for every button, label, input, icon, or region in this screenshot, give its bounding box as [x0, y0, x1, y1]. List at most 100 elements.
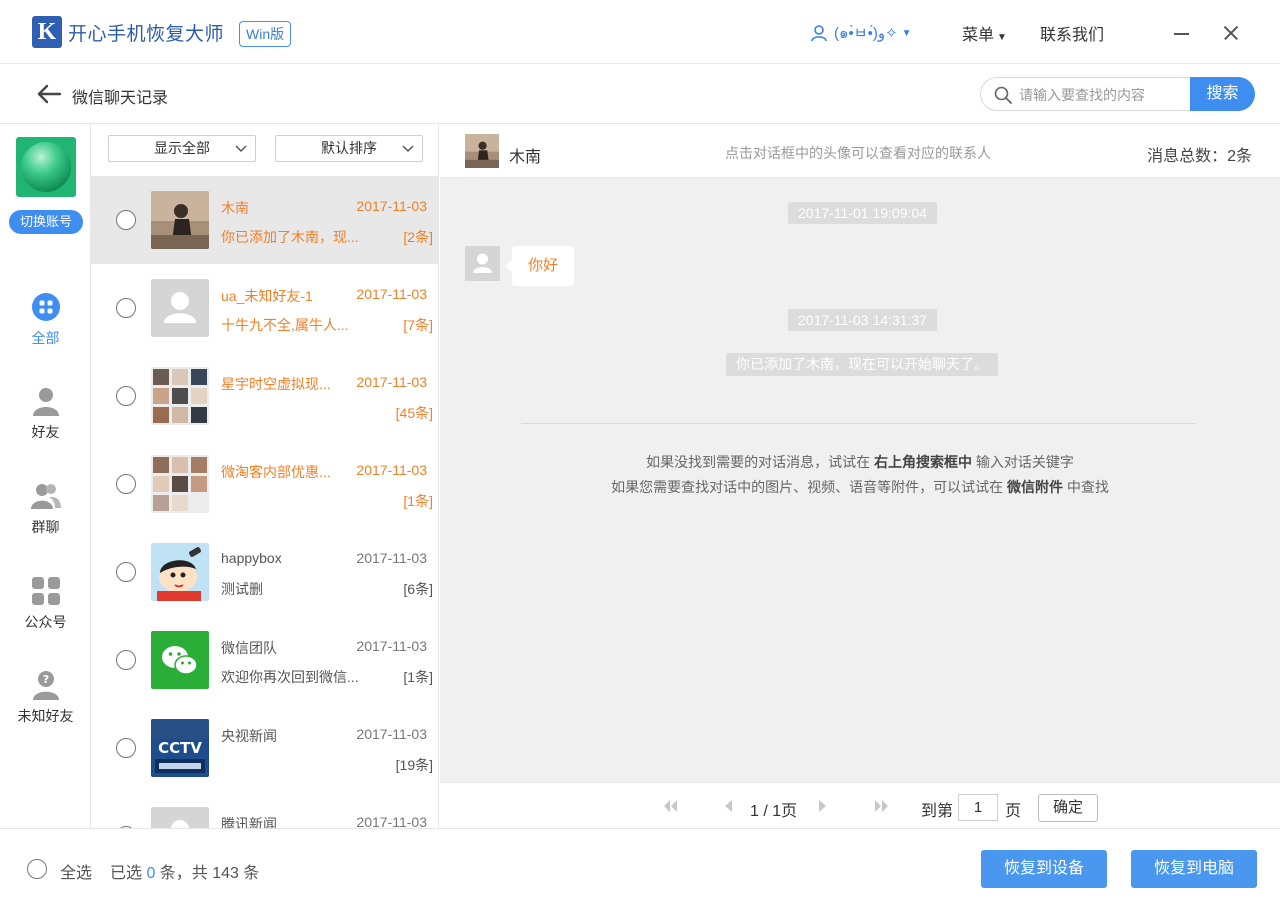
page-info: 1 / 1页: [750, 803, 798, 820]
conversation-item[interactable]: CCTV 央视新闻 2017-11-03 [19条]: [91, 704, 438, 792]
menu-button[interactable]: 菜单 ▼: [962, 21, 1007, 45]
sidebar-item-label: 公众号: [24, 614, 67, 630]
tip-text: 输入对话关键字: [972, 454, 1074, 470]
conversation-checkbox[interactable]: [116, 386, 136, 406]
conversation-date: 2017-11-03: [356, 638, 427, 654]
sort-select[interactable]: 默认排序: [275, 135, 423, 162]
edition-badge: Win版: [239, 21, 292, 47]
group-avatar: [151, 455, 209, 513]
contact-us-link[interactable]: 联系我们: [1040, 21, 1104, 45]
conversation-preview: 测试删: [221, 581, 263, 597]
sidebar-item-groups[interactable]: 群聊: [0, 481, 91, 561]
sidebar-item-all[interactable]: 全部: [0, 292, 91, 372]
conversation-date: 2017-11-03: [356, 286, 427, 302]
tip-emphasis: 微信附件: [1007, 479, 1063, 495]
restore-to-device-button[interactable]: 恢复到设备: [981, 850, 1107, 888]
prev-page-icon[interactable]: [722, 798, 734, 814]
chat-header: 木南 点击对话框中的头像可以查看对应的联系人 消息总数：2条: [440, 124, 1280, 178]
wechat-logo-icon: [151, 631, 209, 689]
conversation-item[interactable]: 木南 2017-11-03 你已添加了木南，现... [2条]: [91, 176, 438, 264]
conversation-name: 腾讯新闻: [221, 816, 277, 828]
conversation-checkbox[interactable]: [116, 298, 136, 318]
sort-value: 默认排序: [321, 140, 377, 156]
timestamp-pill: 2017-11-01 19:09:04: [788, 202, 937, 224]
conversation-name: happybox: [221, 550, 282, 566]
conversation-date: 2017-11-03: [356, 550, 427, 566]
conversation-checkbox[interactable]: [116, 474, 136, 494]
tip-text: 中查找: [1063, 479, 1109, 495]
conversation-item[interactable]: ua_未知好友-1 2017-11-03 十牛九不全,属牛人... [7条]: [91, 264, 438, 352]
conversation-item[interactable]: 星宇时空虚拟现... 2017-11-03 [45条]: [91, 352, 438, 440]
user-menu[interactable]: (๑•̀ㅂ•́)و✧ ▼: [810, 20, 912, 46]
switch-account-button[interactable]: 切换账号: [9, 210, 83, 234]
conversation-date: 2017-11-03: [356, 374, 427, 390]
back-arrow-icon[interactable]: [36, 84, 62, 104]
pagination: 1 / 1页 到第 页 确定: [440, 782, 1280, 828]
conversation-checkbox[interactable]: [116, 210, 136, 230]
chevron-down-icon: [402, 145, 414, 153]
conversation-checkbox[interactable]: [116, 650, 136, 670]
chat-body: 2017-11-01 19:09:04 你好 2017-11-03 14:31:…: [440, 178, 1280, 782]
sidebar-item-friends[interactable]: 好友: [0, 386, 91, 466]
chat-contact-name: 木南: [509, 149, 542, 166]
search-input[interactable]: [1019, 84, 1184, 106]
conversation-date: 2017-11-03: [356, 814, 427, 828]
search-button[interactable]: 搜索: [1190, 77, 1255, 111]
goto-label: 到第: [921, 803, 954, 820]
sender-avatar[interactable]: [465, 246, 500, 281]
select-all-label[interactable]: 全选: [60, 859, 92, 883]
conversation-item[interactable]: 微信团队 2017-11-03 欢迎你再次回到微信... [1条]: [91, 616, 438, 704]
conversation-item[interactable]: happybox 2017-11-03 测试删 [6条]: [91, 528, 438, 616]
conversation-count: [6条]: [403, 581, 433, 597]
select-all-checkbox[interactable]: [27, 859, 47, 879]
last-page-icon[interactable]: [874, 798, 890, 814]
filter-bar: 显示全部 默认排序: [91, 124, 438, 176]
conversation-name: 微信团队: [221, 640, 277, 656]
first-page-icon[interactable]: [662, 798, 678, 814]
chat-contact-avatar[interactable]: [465, 134, 499, 168]
search-box: [980, 77, 1192, 111]
title-bar: K 开心手机恢复大师 Win版 (๑•̀ㅂ•́)و✧ ▼ 菜单 ▼ 联系我们: [0, 0, 1280, 64]
grid-dots-icon: [31, 293, 60, 321]
app-logo: K: [32, 16, 62, 48]
conversation-checkbox[interactable]: [116, 738, 136, 758]
menu-label: 菜单: [962, 27, 995, 44]
sub-header: 微信聊天记录 搜索: [0, 64, 1280, 124]
conversation-count: [2条]: [403, 229, 433, 245]
sidebar-item-label: 好友: [31, 424, 60, 440]
conversation-count: [7条]: [403, 317, 433, 333]
contact-avatar: [151, 191, 209, 249]
sidebar-item-label: 未知好友: [17, 708, 74, 724]
sidebar-item-official-accounts[interactable]: 公众号: [0, 576, 91, 656]
next-page-icon[interactable]: [817, 798, 829, 814]
sidebar-item-unknown-friends[interactable]: ? 未知好友: [0, 670, 91, 750]
tiles-icon: [31, 577, 60, 605]
conversation-date: 2017-11-03: [356, 198, 427, 214]
app-title: 开心手机恢复大师: [68, 24, 225, 45]
show-filter-value: 显示全部: [154, 140, 210, 156]
tip-text: 如果没找到需要的对话消息，试试在: [646, 454, 874, 470]
conversation-name: 微淘客内部优惠...: [221, 464, 331, 480]
default-avatar-icon: [151, 807, 209, 828]
caret-down-icon: ▼: [997, 32, 1007, 43]
conversation-name: 木南: [221, 200, 249, 216]
conversation-checkbox[interactable]: [116, 562, 136, 582]
chevron-down-icon: [235, 145, 247, 153]
restore-to-computer-button[interactable]: 恢复到电脑: [1131, 850, 1257, 888]
conversation-date: 2017-11-03: [356, 462, 427, 478]
message-total: 消息总数：2条: [1147, 148, 1252, 165]
sidebar-item-label: 群聊: [31, 519, 60, 535]
page-unit: 页: [1005, 803, 1022, 820]
conversation-item[interactable]: 腾讯新闻 2017-11-03: [91, 792, 438, 828]
tip-text: 如果您需要查找对话中的图片、视频、语音等附件，可以试试在: [611, 479, 1007, 495]
selection-summary: 已选 0 条，共 143 条: [110, 859, 259, 883]
show-filter-select[interactable]: 显示全部: [108, 135, 256, 162]
conversation-item[interactable]: 微淘客内部优惠... 2017-11-03 [1条]: [91, 440, 438, 528]
minimize-icon[interactable]: [1172, 20, 1192, 44]
conversation-count: [1条]: [403, 493, 433, 509]
close-icon[interactable]: [1220, 20, 1242, 44]
page-number-input[interactable]: [958, 794, 998, 821]
person-icon: [32, 388, 59, 416]
conversation-count: [1条]: [403, 669, 433, 685]
confirm-page-button[interactable]: 确定: [1038, 794, 1098, 822]
